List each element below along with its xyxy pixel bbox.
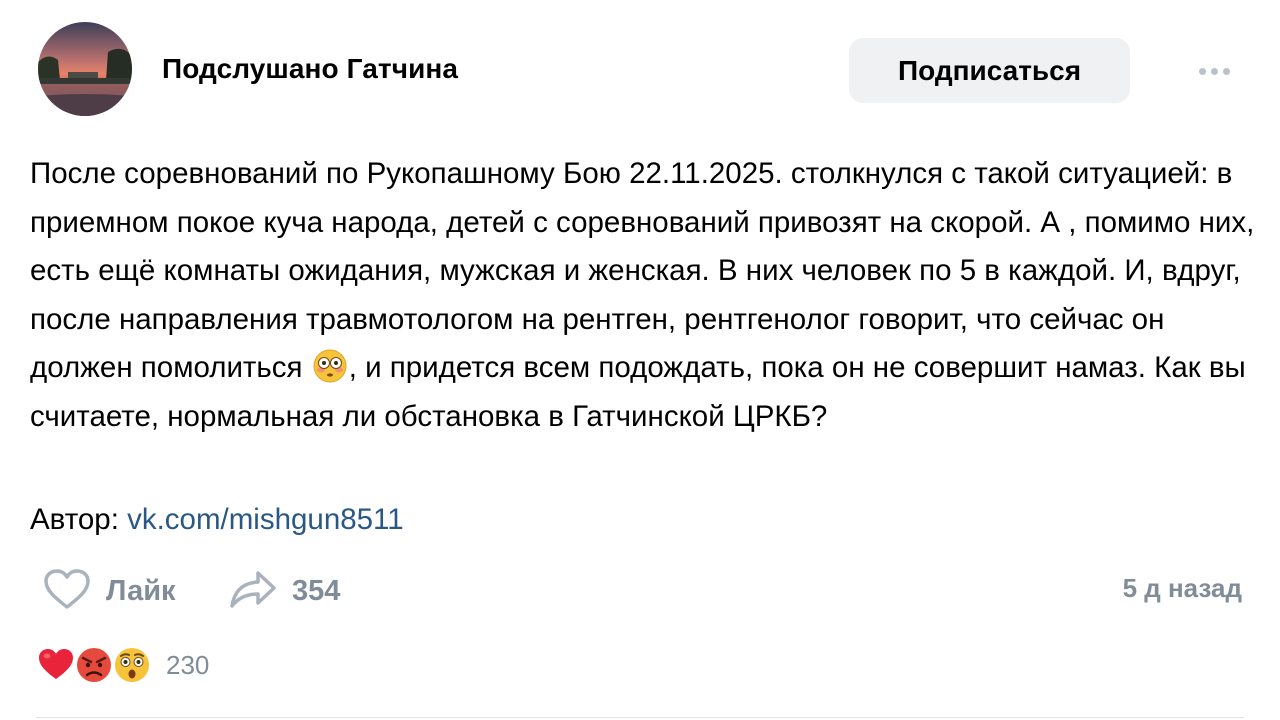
author-prefix: Автор: bbox=[30, 503, 119, 536]
angry-face-emoji-icon bbox=[74, 645, 114, 685]
group-avatar[interactable] bbox=[38, 22, 132, 116]
astonished-face-emoji-icon bbox=[112, 645, 152, 685]
heart-emoji-icon bbox=[36, 645, 76, 685]
subscribe-button[interactable]: Подписаться bbox=[849, 38, 1130, 103]
share-button[interactable]: 354 bbox=[228, 567, 340, 615]
reactions-summary[interactable]: 230 bbox=[36, 645, 209, 685]
post-text: После соревнований по Рукопашному Бою 22… bbox=[30, 150, 1260, 441]
author-link[interactable]: vk.com/mishgun8511 bbox=[127, 503, 404, 536]
like-button[interactable]: Лайк bbox=[42, 567, 176, 615]
post-text-part-1: После соревнований по Рукопашному Бою 22… bbox=[30, 157, 1255, 384]
like-label: Лайк bbox=[106, 574, 176, 607]
post-timestamp[interactable]: 5 д назад bbox=[1123, 573, 1242, 604]
post-card: Подслушано Гатчина Подписаться После сор… bbox=[0, 0, 1280, 720]
heart-outline-icon bbox=[42, 567, 92, 616]
author-line: Автор: vk.com/mishgun8511 bbox=[30, 500, 404, 540]
group-name[interactable]: Подслушано Гатчина bbox=[162, 53, 458, 85]
reactions-count: 230 bbox=[166, 649, 210, 680]
more-options-button[interactable] bbox=[1190, 56, 1238, 86]
more-dot-icon bbox=[1198, 67, 1206, 75]
share-arrow-icon bbox=[228, 567, 278, 616]
reaction-icons bbox=[36, 645, 156, 685]
more-dot-icon bbox=[1222, 67, 1230, 75]
more-dot-icon bbox=[1210, 67, 1218, 75]
share-count: 354 bbox=[292, 574, 341, 607]
flushed-face-emoji-icon bbox=[313, 349, 347, 383]
post-divider bbox=[36, 717, 1244, 718]
